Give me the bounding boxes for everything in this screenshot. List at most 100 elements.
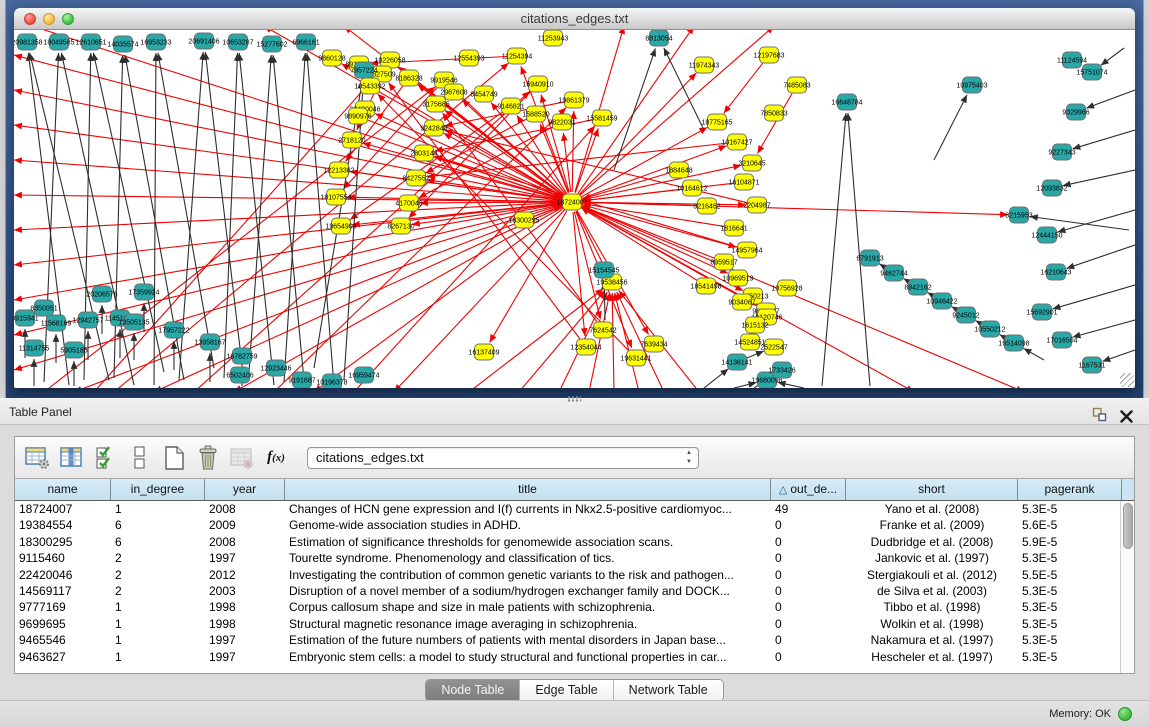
graph-node[interactable]: 1733426: [768, 362, 795, 378]
graph-node[interactable]: 16782759: [226, 348, 257, 364]
graph-node[interactable]: 19861379: [558, 92, 589, 108]
graph-node[interactable]: 14957964: [731, 242, 762, 258]
graph-node[interactable]: 16210643: [1040, 264, 1071, 280]
graph-node[interactable]: 18300295: [508, 212, 539, 228]
graph-node[interactable]: 18107554: [320, 189, 351, 205]
graph-node[interactable]: 15751074: [1076, 64, 1107, 80]
graph-node[interactable]: 16940910: [522, 76, 553, 92]
graph-node[interactable]: 1167531: [1079, 357, 1106, 373]
table-row[interactable]: 1872400712008Changes of HCN gene express…: [15, 501, 1134, 517]
tab-node-table[interactable]: Node Table: [426, 680, 519, 701]
table-header-cell[interactable]: title: [285, 479, 771, 500]
clear-selection-icon[interactable]: [124, 441, 156, 475]
graph-node[interactable]: 2718120: [338, 132, 365, 148]
graph-node[interactable]: 9822031: [548, 114, 575, 130]
graph-node[interactable]: 11974343: [689, 57, 720, 73]
function-builder-icon[interactable]: f(x): [260, 441, 292, 475]
close-window-button[interactable]: [24, 13, 36, 25]
delete-table-icon[interactable]: [192, 441, 224, 475]
graph-node[interactable]: 10196378: [316, 374, 347, 388]
graph-node[interactable]: 12610651: [75, 34, 106, 50]
table-row[interactable]: 1830029562008Estimation of significance …: [15, 534, 1134, 550]
scrollbar-thumb[interactable]: [1123, 503, 1133, 549]
graph-node[interactable]: 8959517: [710, 254, 737, 270]
graph-node[interactable]: 16137409: [468, 344, 499, 360]
graph-node[interactable]: 2522547: [760, 339, 787, 355]
graph-node[interactable]: 7639434: [640, 336, 667, 352]
graph-node[interactable]: 18541498: [690, 278, 721, 294]
graph-node[interactable]: 10946422: [926, 293, 957, 309]
graph-node[interactable]: 1816641: [720, 220, 747, 236]
graph-node[interactable]: 12197683: [753, 47, 784, 63]
graph-node[interactable]: 15692901: [1026, 304, 1057, 320]
graph-node[interactable]: 8350051: [30, 300, 57, 316]
zoom-window-button[interactable]: [62, 13, 74, 25]
graph-node[interactable]: 12554393: [453, 50, 484, 66]
table-header-cell[interactable]: △out_de...: [771, 479, 846, 500]
graph-node[interactable]: 10975403: [956, 77, 987, 93]
graph-node[interactable]: 1884648: [665, 162, 692, 178]
table-header-cell[interactable]: short: [846, 479, 1018, 500]
graph-node[interactable]: 9146821: [497, 98, 524, 114]
graph-node[interactable]: 7485083: [783, 77, 810, 93]
graph-node[interactable]: 10167427: [721, 134, 752, 150]
graph-node[interactable]: 6966161: [292, 34, 319, 50]
graph-node[interactable]: 16648784: [831, 94, 862, 110]
graph-node[interactable]: 17016504: [1046, 332, 1077, 348]
graph-node[interactable]: 17957222: [158, 322, 189, 338]
graph-node[interactable]: 8215953: [1005, 207, 1032, 223]
graph-node[interactable]: 10164612: [676, 180, 707, 196]
table-row[interactable]: 2242004622012Investigating the contribut…: [15, 567, 1134, 583]
graph-node[interactable]: 16104871: [728, 174, 759, 190]
graph-node[interactable]: 1588520: [522, 106, 549, 122]
network-window-titlebar[interactable]: citations_edges.txt: [14, 8, 1135, 30]
graph-node[interactable]: 20691406: [188, 33, 219, 49]
graph-node[interactable]: 10756928: [771, 280, 802, 296]
graph-node[interactable]: 2803144: [410, 145, 437, 161]
table-settings-icon[interactable]: [22, 441, 54, 475]
network-canvas[interactable]: 1872400798601288912954182260589827509818…: [14, 30, 1135, 388]
graph-node[interactable]: 11568169: [41, 315, 72, 331]
panel-splitter-handle[interactable]: [565, 395, 583, 403]
minimize-window-button[interactable]: [43, 13, 55, 25]
graph-node[interactable]: 12444150: [1031, 227, 1062, 243]
delete-column-icon[interactable]: [226, 441, 258, 475]
graph-node[interactable]: 9227343: [1048, 144, 1075, 160]
graph-node[interactable]: 3216462: [693, 198, 720, 214]
table-row[interactable]: 1938455462009Genome-wide association stu…: [15, 517, 1134, 533]
graph-node[interactable]: 9191687: [288, 372, 315, 388]
tab-edge-table[interactable]: Edge Table: [519, 680, 612, 701]
graph-node[interactable]: 12213382: [323, 162, 354, 178]
graph-node[interactable]: 11254394: [502, 48, 533, 64]
float-panel-icon[interactable]: [1092, 405, 1107, 420]
graph-node[interactable]: 16953233: [140, 34, 171, 50]
new-table-icon[interactable]: [158, 441, 190, 475]
table-header-cell[interactable]: name: [15, 479, 111, 500]
graph-node[interactable]: 19654908: [325, 218, 356, 234]
graph-node[interactable]: 10969519: [722, 270, 753, 286]
graph-node[interactable]: 3210645: [738, 155, 765, 171]
select-column-icon[interactable]: [56, 441, 88, 475]
graph-node[interactable]: 9329966: [1062, 104, 1089, 120]
graph-node[interactable]: 14035574: [107, 36, 138, 52]
graph-node[interactable]: 14136141: [721, 354, 752, 370]
graph-node[interactable]: 20981358: [14, 34, 43, 50]
canvas-resize-grip-icon[interactable]: [1120, 373, 1134, 387]
graph-node[interactable]: 15277602: [256, 36, 287, 52]
network-graph-svg[interactable]: 1872400798601288912954182260589827509818…: [14, 30, 1135, 388]
table-row[interactable]: 1456911722003Disruption of a novel membe…: [15, 583, 1134, 599]
graph-node[interactable]: 10653287: [222, 34, 253, 50]
table-row[interactable]: 977716911998Corpus callosum shape and si…: [15, 599, 1134, 615]
select-all-icon[interactable]: [90, 441, 122, 475]
graph-node[interactable]: 5905185: [60, 342, 87, 358]
graph-node[interactable]: 15581459: [586, 110, 617, 126]
graph-node[interactable]: 11253943: [538, 30, 569, 46]
graph-node[interactable]: 12093832: [1036, 180, 1067, 196]
table-row[interactable]: 911546021997Tourette syndrome. Phenomeno…: [15, 550, 1134, 566]
table-row[interactable]: 969969511998Structural magnetic resonanc…: [15, 616, 1134, 632]
graph-node[interactable]: 8813054: [645, 30, 672, 46]
table-header-cell[interactable]: pagerank: [1018, 479, 1122, 500]
graph-node[interactable]: 18049585: [43, 34, 74, 50]
graph-node[interactable]: 10550212: [974, 321, 1005, 337]
table-row[interactable]: 946362711997Embryonic stem cells: a mode…: [15, 649, 1134, 665]
